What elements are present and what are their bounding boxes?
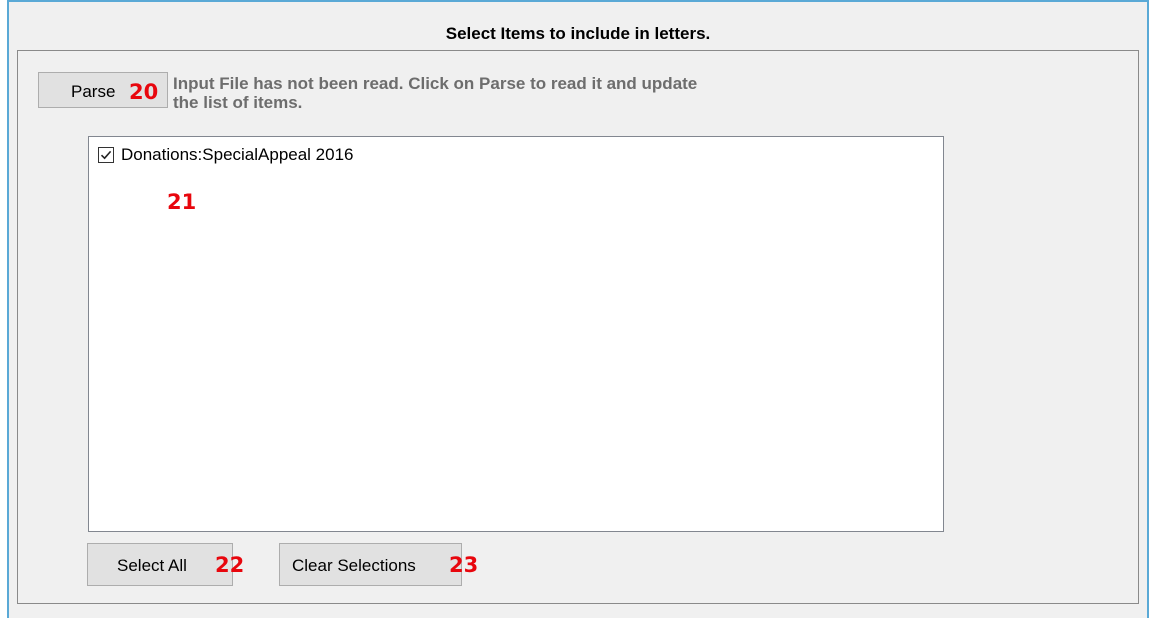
item-label: Donations:SpecialAppeal 2016	[121, 145, 354, 164]
list-item[interactable]: Donations:SpecialAppeal 2016	[98, 144, 354, 166]
parse-marker: 20	[129, 80, 159, 104]
clear-selections-marker: 23	[449, 553, 479, 577]
list-marker: 21	[167, 190, 197, 214]
clear-selections-label: Clear Selections	[292, 556, 416, 575]
clear-selections-button[interactable]: Clear Selections	[279, 543, 462, 586]
parse-status-line-2: the list of items.	[173, 93, 303, 112]
items-panel: Select Items to include in letters. Pars…	[7, 0, 1149, 618]
select-all-label: Select All	[117, 556, 187, 575]
parse-button-label: Parse	[71, 82, 116, 101]
panel-heading: Select Items to include in letters.	[445, 24, 711, 43]
parse-status-line-1: Input File has not been read. Click on P…	[173, 74, 698, 93]
select-all-marker: 22	[215, 553, 245, 577]
checkmark-icon	[100, 150, 112, 160]
items-checklist[interactable]: Donations:SpecialAppeal 2016 21	[88, 136, 944, 532]
parse-status-text: Input File has not been read. Click on P…	[173, 74, 963, 112]
item-checkbox[interactable]	[98, 147, 114, 163]
select-all-button[interactable]: Select All	[87, 543, 233, 586]
